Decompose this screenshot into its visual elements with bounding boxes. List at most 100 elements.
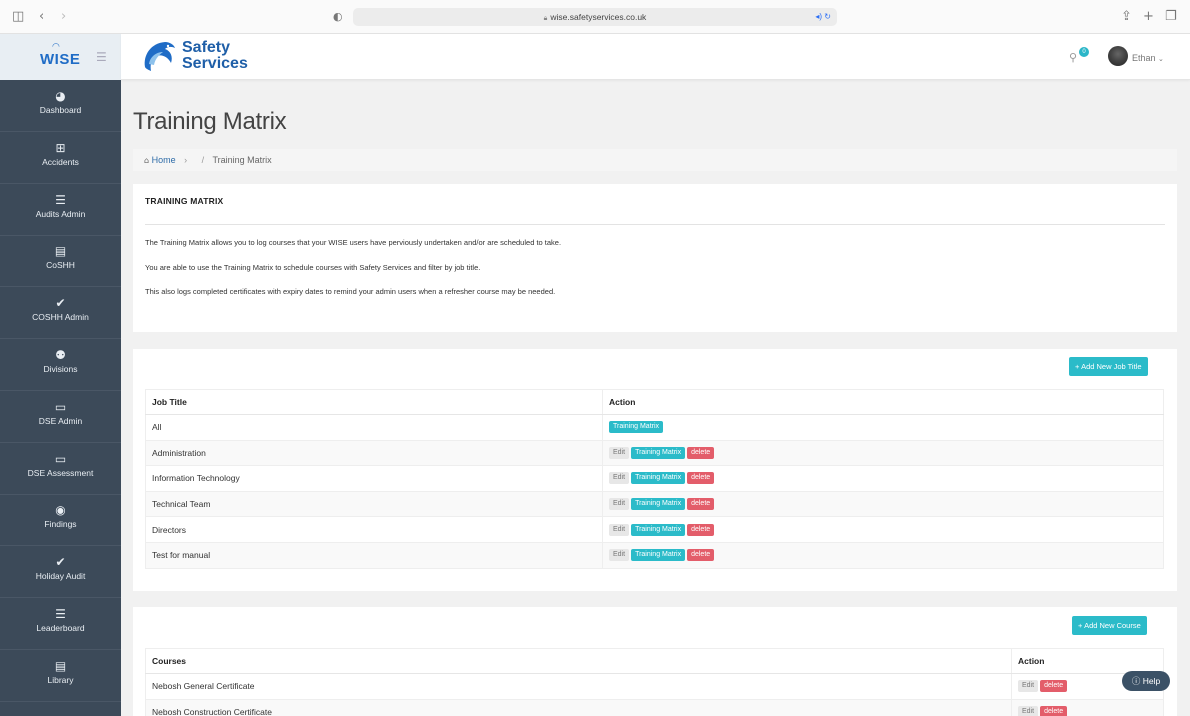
- user-name: Ethan: [1132, 53, 1156, 63]
- job-title-cell: All: [145, 414, 603, 441]
- plus-icon[interactable]: +: [1143, 9, 1154, 25]
- training-matrix-button[interactable]: Training Matrix: [631, 523, 686, 536]
- help-button[interactable]: ⓘ Help: [1122, 671, 1170, 691]
- check-icon: ✔: [55, 555, 66, 570]
- browser-toolbar: ◫ ‹ › ◐ 🔒︎ wise.safetyservices.co.uk ◂) ↻…: [0, 0, 1190, 34]
- training-matrix-button[interactable]: Training Matrix: [631, 549, 686, 562]
- sidebar-item-label: Accidents: [42, 156, 79, 167]
- sidebar-item-label: Library: [47, 674, 74, 685]
- chevron-down-icon: ⌄: [1158, 56, 1164, 63]
- wise-logo[interactable]: WISE: [40, 51, 80, 68]
- forward-icon[interactable]: ›: [61, 9, 66, 25]
- column-header-action: Action: [602, 389, 1164, 415]
- sidebar-item-leaderboard[interactable]: ☰ Leaderboard: [0, 598, 121, 650]
- add-course-button[interactable]: + Add New Course: [1072, 616, 1147, 635]
- shield-icon[interactable]: ◐: [333, 9, 343, 25]
- job-titles-card: + Add New Job Title Job Title Action All…: [133, 349, 1177, 591]
- share-icon[interactable]: ⇪: [1121, 9, 1132, 25]
- delete-button[interactable]: delete: [1040, 705, 1068, 716]
- menu-toggle-icon[interactable]: ☰: [96, 50, 107, 64]
- delete-button[interactable]: delete: [687, 498, 715, 511]
- training-matrix-button[interactable]: Training Matrix: [631, 446, 686, 459]
- course-name-cell: Nebosh General Certificate: [145, 673, 1012, 700]
- breadcrumb: ⌂ Home › / Training Matrix: [133, 149, 1177, 171]
- edit-button[interactable]: Edit: [609, 446, 630, 459]
- table-row: Test for manual Edit Training Matrix delete: [145, 541, 1164, 569]
- sidebar-item-label: DSE Admin: [38, 415, 83, 426]
- sidebar-item-coshh-admin[interactable]: ✔ COSHH Admin: [0, 287, 121, 340]
- breadcrumb-home-link[interactable]: Home: [152, 155, 176, 165]
- job-titles-table: Job Title Action All Training Matrix Admin…: [145, 389, 1164, 569]
- sidebar: ◕ Dashboard ⊞ Accidents ☰ Audits Admin ▤ CoSHH ✔…: [0, 80, 121, 716]
- column-header-job-title: Job Title: [145, 389, 603, 415]
- intro-paragraph-1: The Training Matrix allows you to log co…: [145, 238, 562, 247]
- delete-button[interactable]: delete: [687, 446, 715, 459]
- edit-button[interactable]: Edit: [1018, 680, 1039, 693]
- sidebar-item-audits-admin[interactable]: ☰ Audits Admin: [0, 184, 121, 236]
- edit-button[interactable]: Edit: [609, 472, 630, 485]
- column-header-action: Action: [1011, 648, 1164, 674]
- table-header-row: Courses Action: [145, 648, 1164, 674]
- add-job-title-button[interactable]: + Add New Job Title: [1069, 357, 1148, 376]
- rocket-icon[interactable]: ⚲: [1069, 51, 1077, 64]
- company-name-line2: Services: [182, 55, 248, 72]
- sidebar-item-findings[interactable]: ◉ Findings: [0, 494, 121, 547]
- sidebar-item-divisions[interactable]: ⚉ Divisions: [0, 339, 121, 391]
- sidebar-item-dse-assessment[interactable]: ▭ DSE Assessment: [0, 443, 121, 495]
- action-cell: Edit Training Matrix delete: [602, 439, 1164, 466]
- breadcrumb-current: Training Matrix: [212, 155, 272, 165]
- users-icon: ⚉: [55, 348, 66, 362]
- sidebar-item-label: Dashboard: [39, 105, 82, 115]
- sidebar-item-label: CoSHH: [46, 260, 75, 271]
- edit-button[interactable]: Edit: [609, 549, 630, 562]
- avatar[interactable]: [1108, 46, 1128, 66]
- delete-button[interactable]: delete: [1040, 680, 1068, 693]
- address-bar[interactable]: 🔒︎ wise.safetyservices.co.uk ◂) ↻: [353, 8, 837, 26]
- table-header-row: Job Title Action: [145, 389, 1164, 415]
- monitor-icon: ▭: [54, 399, 67, 414]
- sidebar-item-coshh[interactable]: ▤ CoSHH: [0, 235, 121, 288]
- eye-icon: ◉: [55, 503, 66, 518]
- sidebar-item-dse-admin[interactable]: ▭ DSE Admin: [0, 391, 121, 443]
- course-name-cell: Nebosh Construction Certificate: [145, 698, 1012, 716]
- home-icon: ⌂: [144, 156, 150, 165]
- action-cell: Edit Training Matrix delete: [602, 465, 1164, 492]
- sidebar-icon[interactable]: ◫: [12, 9, 24, 25]
- user-menu[interactable]: Ethan ⌄: [1132, 53, 1164, 63]
- book-icon: ▤: [54, 244, 67, 259]
- sidebar-item-label: Leaderboard: [36, 623, 85, 633]
- training-matrix-button[interactable]: Training Matrix: [631, 498, 686, 511]
- sidebar-item-accidents[interactable]: ⊞ Accidents: [0, 132, 121, 184]
- sidebar-item-dashboard[interactable]: ◕ Dashboard: [0, 80, 121, 132]
- sidebar-item-label: DSE Assessment: [27, 467, 94, 478]
- page-title: Training Matrix: [133, 108, 287, 135]
- edit-button[interactable]: Edit: [609, 498, 630, 511]
- sidebar-item-label: Findings: [44, 519, 77, 530]
- action-cell: Training Matrix: [602, 414, 1164, 441]
- intro-paragraph-3: This also logs completed certificates wi…: [145, 287, 556, 296]
- training-matrix-button[interactable]: Training Matrix: [631, 472, 686, 485]
- company-logo-text[interactable]: Safety Services: [182, 40, 248, 72]
- column-header-courses: Courses: [145, 648, 1012, 674]
- audio-icon[interactable]: ◂) ↻: [815, 8, 831, 26]
- section-heading: TRAINING MATRIX: [145, 196, 224, 206]
- edit-button[interactable]: Edit: [1018, 705, 1039, 716]
- training-matrix-button[interactable]: Training Matrix: [609, 421, 664, 434]
- delete-button[interactable]: delete: [687, 472, 715, 485]
- tabs-icon[interactable]: ❐: [1165, 9, 1177, 25]
- action-cell: Edit Training Matrix delete: [602, 541, 1164, 569]
- sidebar-item-label: Divisions: [43, 364, 78, 374]
- edit-button[interactable]: Edit: [609, 523, 630, 536]
- url-text: wise.safetyservices.co.uk: [550, 12, 647, 22]
- delete-button[interactable]: delete: [687, 549, 715, 562]
- table-row: Technical Team Edit Training Matrix delete: [145, 490, 1164, 517]
- add-course-label: Add New Course: [1084, 621, 1141, 630]
- back-icon[interactable]: ‹: [39, 9, 44, 25]
- sidebar-item-library[interactable]: ▤ Library: [0, 650, 121, 702]
- table-row: Administration Edit Training Matrix delete: [145, 439, 1164, 466]
- job-title-cell: Information Technology: [145, 465, 603, 492]
- delete-button[interactable]: delete: [687, 523, 715, 536]
- list-icon: ☰: [55, 192, 66, 207]
- job-title-cell: Test for manual: [145, 541, 603, 569]
- sidebar-item-holiday-audit[interactable]: ✔ Holiday Audit: [0, 546, 121, 599]
